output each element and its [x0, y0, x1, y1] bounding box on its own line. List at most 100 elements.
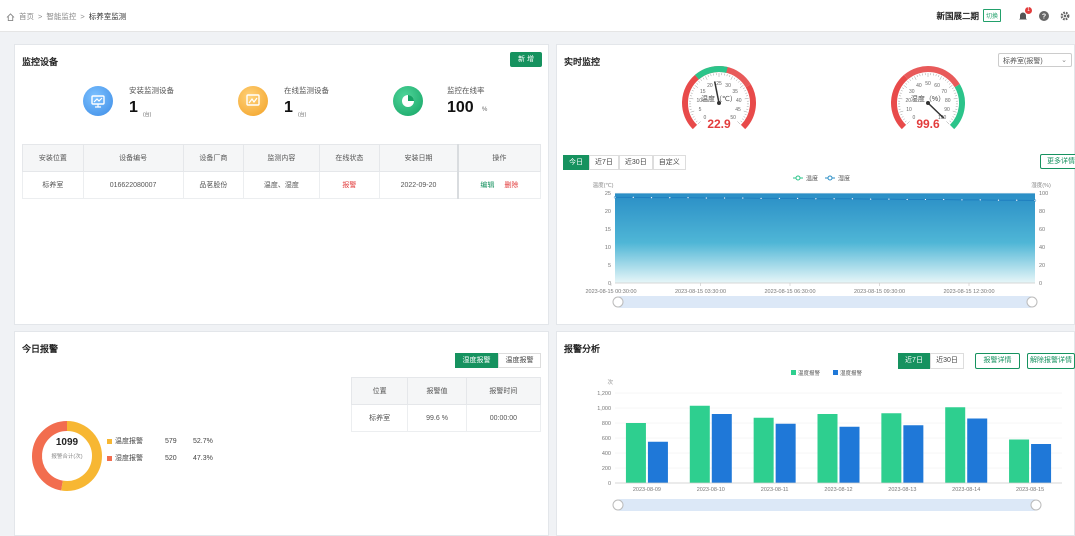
x-tick-label: 2023-08-09	[633, 487, 661, 493]
humidity-area	[615, 193, 1035, 283]
gauge-tick	[899, 92, 902, 94]
tab-temperature-alarm[interactable]: 温度报警	[498, 353, 541, 368]
tab-custom[interactable]: 自定义	[652, 155, 686, 170]
gauge-tick	[919, 74, 921, 77]
gauge-tick	[737, 121, 741, 125]
cell-location: 标养室	[350, 404, 409, 432]
gauge-tick	[902, 87, 905, 89]
col-code: 设备编号	[82, 144, 184, 172]
more-details-button[interactable]: 更多详情	[1040, 154, 1075, 169]
tab-7days[interactable]: 近7日	[589, 155, 619, 170]
x-tick-label: 2023-08-15 12:30:00	[943, 289, 994, 295]
gauge-tick	[694, 118, 696, 121]
x-tick-label: 2023-08-15 00:30:00	[585, 289, 636, 295]
release-details-button[interactable]: 解除报警详情	[1027, 353, 1075, 369]
bar	[903, 425, 924, 483]
stat-label: 在线监测设备	[284, 86, 329, 95]
gauge-tick	[948, 82, 951, 85]
col-content: 监测内容	[243, 144, 320, 172]
y-tick-right: 100	[1039, 191, 1048, 197]
bar	[689, 405, 710, 483]
gauge-tick	[909, 79, 912, 82]
stat-value: 100	[447, 99, 474, 116]
gauge-tick	[707, 75, 709, 78]
temperature-point	[887, 197, 891, 201]
gauge-tick	[744, 113, 747, 116]
y-tick-label: 0	[608, 481, 611, 487]
gauge-tick	[737, 80, 740, 83]
y-tick-label: 1,000	[597, 406, 611, 412]
gauge-tick-label: 30	[909, 89, 915, 95]
stat-rate: 监控在线率 100 %	[393, 83, 503, 123]
gauge-tick-label: 5	[699, 107, 702, 113]
gauge-tick-label: 90	[944, 107, 950, 113]
temperature-point	[741, 196, 744, 200]
add-device-button[interactable]: 新 增	[510, 52, 542, 67]
edit-link[interactable]: 编辑	[480, 182, 494, 189]
temperature-point	[979, 198, 982, 201]
settings-button[interactable]	[1059, 10, 1071, 22]
zoom-handle-right	[1030, 499, 1042, 511]
col-date: 安装日期	[379, 144, 459, 172]
gauge-value: 22.9	[707, 117, 731, 131]
temperature-point	[668, 196, 671, 199]
breadcrumb-monitor[interactable]: 智能监控	[46, 11, 76, 22]
device-icon	[238, 86, 268, 116]
delete-link[interactable]: 删除	[504, 182, 518, 189]
legend-temperature: 温度报警 579 52.7%	[107, 436, 213, 446]
help-button[interactable]: ?	[1038, 10, 1050, 22]
gauge-tick	[951, 118, 953, 121]
temperature-point	[997, 199, 1000, 202]
breadcrumb-home[interactable]: 首页	[19, 11, 34, 22]
tab-7days[interactable]: 近7日	[898, 353, 930, 369]
gauge-tick	[693, 87, 696, 89]
stat-unit: %	[482, 107, 488, 113]
tab-30days[interactable]: 近30日	[618, 155, 653, 170]
alarm-details-button[interactable]: 报警详情	[975, 353, 1020, 369]
home-icon[interactable]	[6, 12, 15, 21]
gauge-tick	[907, 80, 910, 83]
gauge-tick	[710, 74, 712, 77]
gauge-label: 温度（℃）	[701, 94, 737, 103]
legend-label: 湿度报警	[840, 370, 863, 377]
stat-unit: (台)	[298, 112, 307, 118]
stat-unit: (台)	[143, 112, 152, 118]
gauge-tick	[692, 116, 695, 118]
gauge-tick-label: 30	[725, 83, 731, 89]
breadcrumb-current: 标养室监测	[88, 12, 127, 21]
gear-icon	[1060, 11, 1070, 20]
temperature-point	[632, 196, 635, 199]
tab-today[interactable]: 今日	[563, 155, 589, 170]
site-switch-badge[interactable]: 切换	[982, 9, 1001, 22]
legend-item: 湿度报警	[833, 370, 863, 377]
temperature-point	[723, 196, 726, 200]
gauge-tick	[951, 87, 954, 89]
top-bar: 首页 > 智能监控 > 标养室监测 新国展二期 切换 1 ?	[0, 0, 1075, 32]
temperature-point	[613, 196, 617, 199]
temperature-point	[814, 197, 818, 200]
gauge-band-high	[740, 84, 756, 130]
gauge-band-high	[949, 84, 965, 130]
x-tick-label: 2023-08-11	[761, 487, 789, 493]
cell-code: 016622080007	[82, 171, 184, 199]
gauge-tick-label: 15	[700, 89, 706, 95]
gauge-tick	[911, 77, 914, 80]
tab-humidity-alarm[interactable]: 湿度报警	[455, 353, 498, 368]
bar	[817, 414, 838, 483]
bar	[945, 407, 966, 483]
y-tick-right: 40	[1039, 245, 1045, 251]
table-header-row: 安装位置 设备编号 设备厂商 监测内容 在线状态 安装日期 操作	[22, 144, 541, 172]
right-axis-title: 湿度(%)	[1031, 181, 1051, 189]
monitor-icon	[83, 86, 113, 116]
legend-name: 湿度报警	[115, 455, 143, 462]
gauge-tick-label: 50	[925, 81, 931, 87]
gauge-tick	[743, 110, 748, 113]
x-tick-label: 2023-08-10	[697, 487, 725, 493]
legend-swatch	[107, 455, 112, 461]
notification-button[interactable]: 1	[1017, 6, 1032, 22]
gauge-tick	[954, 92, 957, 94]
bar	[967, 418, 988, 483]
gauge-tick-label: 80	[945, 98, 951, 104]
gauge-tick	[702, 77, 705, 80]
tab-30days[interactable]: 近30日	[930, 353, 964, 369]
